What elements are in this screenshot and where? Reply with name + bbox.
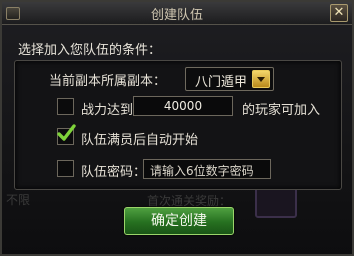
dungeon-label: 当前副本所属副本：: [49, 74, 167, 89]
power-checkbox[interactable]: [57, 98, 74, 115]
close-icon: ✕: [333, 5, 345, 20]
conditions-heading: 选择加入您队伍的条件：: [18, 43, 162, 58]
dialog-title: 创建队伍: [150, 8, 203, 23]
power-input[interactable]: 40000: [133, 96, 233, 116]
chevron-down-icon[interactable]: [252, 70, 270, 88]
power-label-prefix: 战力达到: [81, 103, 134, 118]
autostart-label: 队伍满员后自动开始: [81, 133, 199, 148]
password-label: 队伍密码：: [81, 165, 147, 180]
autostart-checkbox[interactable]: [57, 124, 76, 145]
checkmark-icon: [57, 124, 76, 141]
create-team-dialog: 创建队伍 ✕ 不限 首次通关奖励： 选择加入您队伍的条件： 当前副本所属副本： …: [0, 0, 354, 256]
title-bar: 创建队伍 ✕: [2, 2, 352, 25]
background-text: 不限: [6, 193, 31, 207]
close-button[interactable]: ✕: [330, 4, 348, 22]
password-input[interactable]: 请输入6位数字密码: [143, 159, 271, 179]
password-checkbox[interactable]: [57, 160, 74, 177]
dungeon-select[interactable]: 八门遁甲: [185, 67, 274, 91]
power-label-suffix: 的玩家可加入: [242, 103, 321, 118]
confirm-create-button[interactable]: 确定创建: [124, 207, 234, 235]
dungeon-select-value: 八门遁甲: [195, 75, 248, 90]
